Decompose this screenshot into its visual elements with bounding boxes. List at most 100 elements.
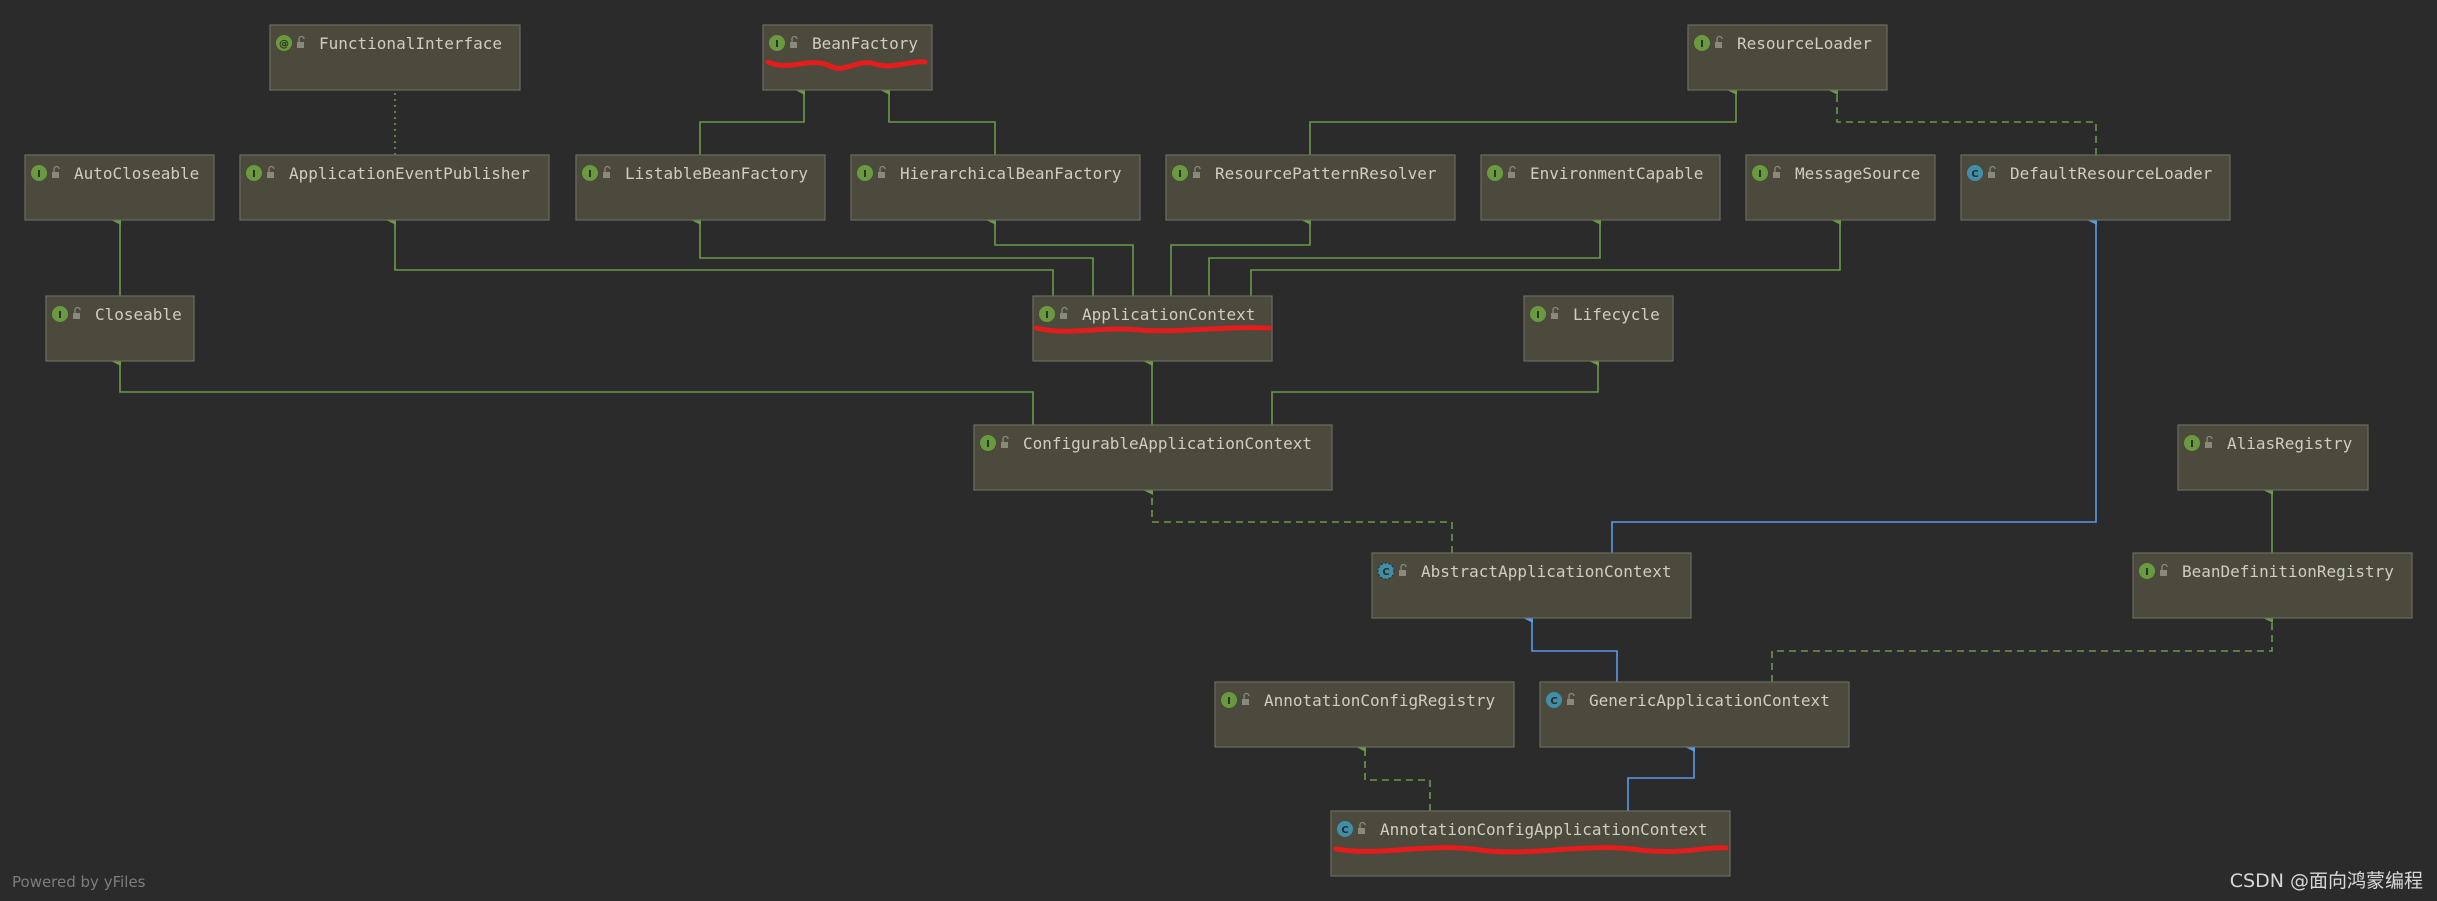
node-alias-registry[interactable]: I AliasRegistry — [2177, 424, 2369, 491]
interface-badge-icon: I — [1487, 165, 1503, 181]
svg-text:I: I — [58, 310, 62, 321]
node-label: ApplicationEventPublisher — [289, 164, 530, 183]
node-configurable-application-context[interactable]: I ConfigurableApplicationContext — [973, 424, 1333, 491]
edge-generic-application-context-to-bean-definition-registry — [1771, 613, 2273, 682]
abstract-badge-icon: C — [1377, 562, 1395, 580]
svg-text:C: C — [1341, 825, 1348, 836]
node-annotation-config-application-context[interactable]: C AnnotationConfigApplicationContext — [1330, 810, 1731, 877]
node-label: DefaultResourceLoader — [2010, 164, 2213, 183]
edge-generic-application-context-to-abstract-application-context — [1523, 613, 1618, 682]
svg-text:I: I — [2190, 439, 2194, 450]
annotation-badge-icon: @ — [276, 35, 292, 51]
svg-text:@: @ — [279, 39, 289, 50]
svg-text:C: C — [1382, 567, 1389, 578]
edge-hierarchical-bean-factory-to-bean-factory — [880, 85, 996, 155]
class-badge-icon: C — [1967, 165, 1983, 181]
class-badge-icon: C — [1546, 692, 1562, 708]
node-generic-application-context[interactable]: C GenericApplicationContext — [1539, 681, 1850, 748]
node-label: AnnotationConfigRegistry — [1264, 691, 1496, 710]
interface-badge-icon: I — [1694, 35, 1710, 51]
node-label: MessageSource — [1795, 164, 1920, 183]
interface-badge-icon: I — [1221, 692, 1237, 708]
edge-listable-bean-factory-to-bean-factory — [699, 85, 805, 155]
node-label: BeanFactory — [812, 34, 918, 53]
node-environment-capable[interactable]: I EnvironmentCapable — [1480, 154, 1721, 221]
interface-badge-icon: I — [1172, 165, 1188, 181]
node-functional-interface[interactable]: @ FunctionalInterface — [269, 24, 521, 91]
node-resource-pattern-resolver[interactable]: I ResourcePatternResolver — [1165, 154, 1456, 221]
nodes-layer: @ FunctionalInterface I BeanFactory I Resourc… — [24, 24, 2413, 877]
node-default-resource-loader[interactable]: C DefaultResourceLoader — [1960, 154, 2231, 221]
svg-text:I: I — [2145, 567, 2149, 578]
svg-text:I: I — [1758, 169, 1762, 180]
node-label: AnnotationConfigApplicationContext — [1380, 820, 1708, 839]
svg-text:I: I — [252, 169, 256, 180]
edge-abstract-application-context-to-configurable-application-context — [1143, 485, 1453, 553]
node-lifecycle[interactable]: I Lifecycle — [1523, 295, 1674, 362]
interface-badge-icon: I — [1752, 165, 1768, 181]
edge-annotation-config-application-context-to-annotation-config-registry — [1356, 742, 1431, 811]
watermark-label: CSDN @面向鸿蒙编程 — [2229, 870, 2423, 892]
node-label: ApplicationContext — [1082, 305, 1255, 324]
node-listable-bean-factory[interactable]: I ListableBeanFactory — [575, 154, 826, 221]
svg-text:I: I — [1700, 39, 1704, 50]
node-label: ConfigurableApplicationContext — [1023, 434, 1312, 453]
interface-badge-icon: I — [2184, 435, 2200, 451]
svg-text:I: I — [1045, 310, 1049, 321]
svg-text:I: I — [863, 169, 867, 180]
interface-badge-icon: I — [980, 435, 996, 451]
node-label: ListableBeanFactory — [625, 164, 808, 183]
svg-text:I: I — [1178, 169, 1182, 180]
node-bean-definition-registry[interactable]: I BeanDefinitionRegistry — [2132, 552, 2413, 619]
edge-configurable-application-context-to-lifecycle — [1271, 356, 1599, 425]
node-auto-closeable[interactable]: I AutoCloseable — [24, 154, 215, 221]
powered-by-label: Powered by yFiles — [12, 873, 146, 891]
node-label: EnvironmentCapable — [1530, 164, 1703, 183]
node-application-event-publisher[interactable]: I ApplicationEventPublisher — [239, 154, 550, 221]
edge-application-context-to-listable-bean-factory — [691, 215, 1094, 296]
interface-badge-icon: I — [769, 35, 785, 51]
svg-text:I: I — [986, 439, 990, 450]
interface-badge-icon: I — [31, 165, 47, 181]
edge-configurable-application-context-to-closeable — [111, 356, 1034, 425]
svg-text:I: I — [1493, 169, 1497, 180]
svg-text:I: I — [1227, 696, 1231, 707]
interface-badge-icon: I — [582, 165, 598, 181]
node-label: GenericApplicationContext — [1589, 691, 1830, 710]
node-label: HierarchicalBeanFactory — [900, 164, 1122, 183]
edge-annotation-config-application-context-to-generic-application-context — [1627, 742, 1695, 811]
node-bean-factory[interactable]: I BeanFactory — [762, 24, 933, 91]
edge-resource-pattern-resolver-to-resource-loader — [1309, 85, 1737, 155]
svg-text:I: I — [37, 169, 41, 180]
node-annotation-config-registry[interactable]: I AnnotationConfigRegistry — [1214, 681, 1515, 748]
node-resource-loader[interactable]: I ResourceLoader — [1687, 24, 1888, 91]
node-label: Lifecycle — [1573, 305, 1660, 324]
interface-badge-icon: I — [1530, 306, 1546, 322]
svg-text:C: C — [1550, 696, 1557, 707]
node-label: AbstractApplicationContext — [1421, 562, 1671, 581]
node-abstract-application-context[interactable]: C AbstractApplicationContext — [1371, 552, 1692, 619]
node-label: ResourcePatternResolver — [1215, 164, 1437, 183]
node-label: BeanDefinitionRegistry — [2182, 562, 2394, 581]
edge-default-resource-loader-to-resource-loader — [1828, 85, 2097, 155]
svg-text:C: C — [1971, 169, 1978, 180]
interface-badge-icon: I — [246, 165, 262, 181]
node-hierarchical-bean-factory[interactable]: I HierarchicalBeanFactory — [850, 154, 1141, 221]
edge-application-context-to-environment-capable — [1208, 215, 1601, 296]
node-label: Closeable — [95, 305, 182, 324]
node-label: AutoCloseable — [74, 164, 199, 183]
node-label: ResourceLoader — [1737, 34, 1872, 53]
node-label: FunctionalInterface — [319, 34, 502, 53]
svg-text:I: I — [588, 169, 592, 180]
class-badge-icon: C — [1337, 821, 1353, 837]
svg-text:I: I — [775, 39, 779, 50]
interface-badge-icon: I — [1039, 306, 1055, 322]
interface-badge-icon: I — [52, 306, 68, 322]
node-label: AliasRegistry — [2227, 434, 2353, 453]
interface-badge-icon: I — [2139, 563, 2155, 579]
class-hierarchy-diagram: @ FunctionalInterface I BeanFactory I Resourc… — [24, 24, 2413, 877]
node-message-source[interactable]: I MessageSource — [1745, 154, 1936, 221]
svg-text:I: I — [1536, 310, 1540, 321]
interface-badge-icon: I — [857, 165, 873, 181]
node-closeable[interactable]: I Closeable — [45, 295, 195, 362]
